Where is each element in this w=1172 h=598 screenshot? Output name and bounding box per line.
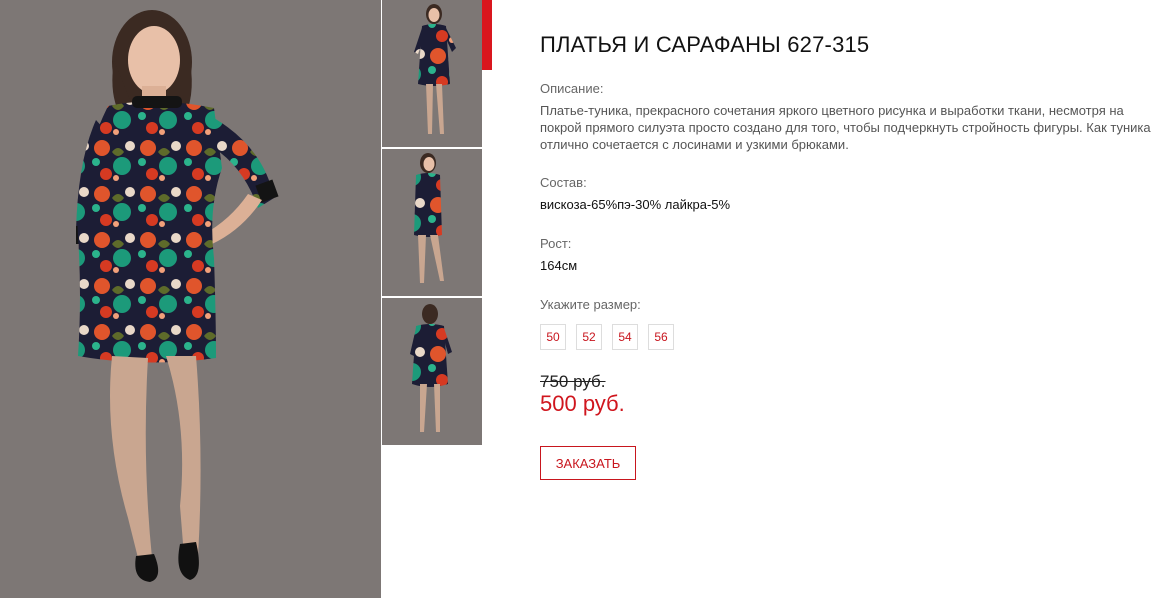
accent-bar	[482, 0, 492, 70]
thumbnail-back[interactable]	[382, 298, 482, 445]
height-value: 164см	[540, 258, 578, 273]
size-option-56[interactable]: 56	[648, 324, 674, 350]
thumbnail-front[interactable]	[382, 0, 482, 147]
size-option-50[interactable]: 50	[540, 324, 566, 350]
size-option-52[interactable]: 52	[576, 324, 602, 350]
product-page: ПЛАТЬЯ И САРАФАНЫ 627-315 Описание: Плат…	[0, 0, 1172, 598]
main-product-photo	[0, 0, 381, 598]
composition-label: Состав:	[540, 175, 587, 190]
size-option-54[interactable]: 54	[612, 324, 638, 350]
size-selector: 50 52 54 56	[540, 324, 674, 350]
thumbnail-side[interactable]	[382, 149, 482, 296]
thumbnail-gallery	[381, 0, 482, 448]
height-label: Рост:	[540, 236, 572, 251]
size-label: Укажите размер:	[540, 297, 641, 312]
product-title: ПЛАТЬЯ И САРАФАНЫ 627-315	[540, 32, 870, 57]
new-price: 500 руб.	[540, 391, 625, 416]
composition-value: вискоза-65%пэ-30% лайкра-5%	[540, 197, 731, 212]
product-description: Платье-туника, прекрасного сочетания ярк…	[540, 103, 1151, 152]
order-button[interactable]: ЗАКАЗАТЬ	[540, 446, 636, 480]
description-label: Описание:	[540, 81, 604, 96]
old-price: 750 руб.	[540, 372, 606, 391]
